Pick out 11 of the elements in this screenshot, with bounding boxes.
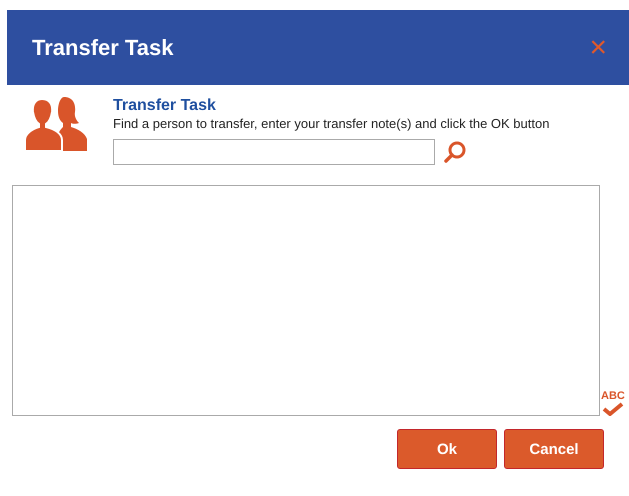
person-search-field[interactable] [113, 139, 435, 165]
close-button[interactable]: × [585, 32, 611, 62]
window-title: Transfer Task [32, 34, 174, 60]
transfer-note-field[interactable] [12, 185, 600, 416]
spellcheck-button[interactable]: ABC [600, 390, 625, 416]
dialog-button[interactable]: Cancel [504, 429, 604, 469]
instructions-text: Find a person to transfer, enter your transfer note(s) and click the OK button [113, 116, 550, 131]
people-icon [25, 97, 87, 151]
search-icon[interactable] [443, 140, 467, 164]
dialog-button[interactable]: Ok [397, 429, 497, 469]
dialog-heading: Transfer Task [113, 97, 217, 115]
